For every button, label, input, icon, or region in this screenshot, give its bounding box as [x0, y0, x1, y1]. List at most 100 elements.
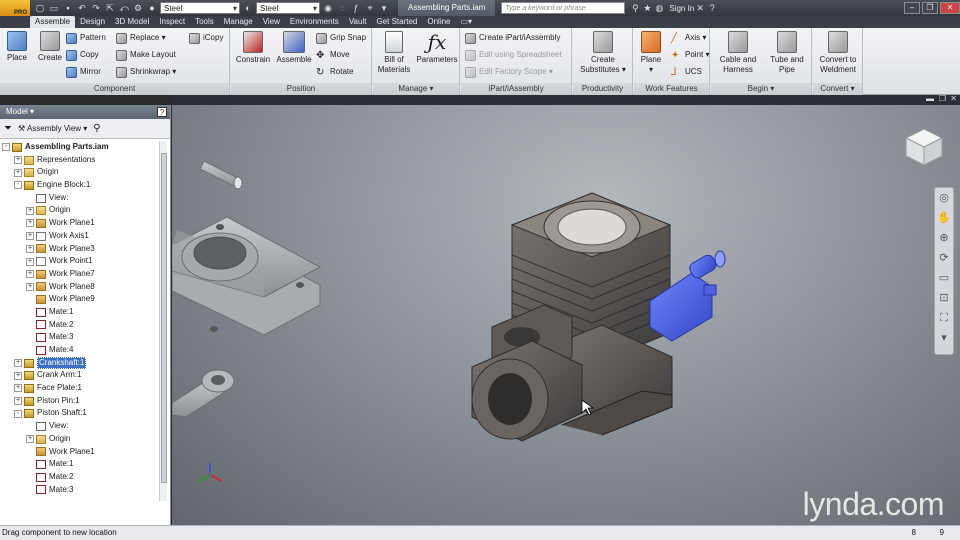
axis-button[interactable]: ╱ Axis ▾ — [671, 31, 706, 45]
tree-node[interactable]: + Face Plate:1 — [0, 382, 160, 395]
tree-node[interactable]: + Crank Arm:1 — [0, 369, 160, 382]
binoculars-icon[interactable]: ⚲ — [629, 2, 641, 14]
crank-arm-part[interactable] — [172, 369, 235, 418]
steering-wheel-icon[interactable]: ◎ — [935, 188, 953, 208]
point-button[interactable]: ✦ Point ▾ — [671, 48, 709, 62]
tree-node[interactable]: + Origin — [0, 166, 160, 179]
productivity-panel-title[interactable]: Productivity — [573, 83, 632, 95]
tab-design[interactable]: Design — [75, 16, 110, 28]
tree-node[interactable]: + Representations — [0, 154, 160, 167]
tree-node[interactable]: Mate:3 — [0, 484, 160, 497]
tree-node[interactable]: Mate:1 — [0, 306, 160, 319]
expand-toggle-icon[interactable]: + — [26, 232, 34, 241]
tree-node[interactable]: + Origin — [0, 433, 160, 446]
tab-get-started[interactable]: Get Started — [371, 16, 422, 28]
viewcube[interactable] — [902, 125, 946, 169]
bill-of-materials-button[interactable]: Bill of Materials — [375, 31, 413, 75]
clear-icon[interactable]: ◌ — [336, 2, 348, 14]
customize-icon[interactable]: ▾ — [935, 328, 953, 348]
save-icon[interactable]: ▪ — [62, 2, 74, 14]
undo-icon[interactable]: ↶ — [76, 2, 88, 14]
tab-vault[interactable]: Vault — [344, 16, 372, 28]
create-button[interactable]: Create — [36, 31, 64, 63]
expand-toggle-icon[interactable]: - — [14, 409, 22, 418]
tree-node[interactable]: Mate:2 — [0, 319, 160, 332]
filter-icon[interactable]: ⏷ — [4, 123, 12, 134]
find-binoculars-icon[interactable]: ⚲ — [93, 123, 100, 134]
create-ipart-button[interactable]: Create iPart/iAssembly — [465, 31, 560, 45]
tree-node[interactable]: - Assembling Parts.iam — [0, 141, 160, 154]
tree-node[interactable]: + Work Plane7 — [0, 268, 160, 281]
pattern-button[interactable]: Pattern — [66, 31, 106, 45]
tree-node[interactable]: + Piston Pin:1 — [0, 395, 160, 408]
pan-icon[interactable]: ✋ — [935, 208, 953, 228]
expand-toggle-icon[interactable]: + — [14, 371, 22, 380]
parameters-button[interactable]: ƒx Parameters — [415, 31, 459, 65]
position-panel-title[interactable]: Position — [231, 83, 371, 95]
expand-toggle-icon[interactable]: - — [2, 143, 10, 152]
close-button[interactable]: ✕ — [940, 2, 960, 14]
more-icon[interactable]: ▾ — [378, 2, 390, 14]
convert-panel-title[interactable]: Convert ▾ — [813, 83, 862, 95]
convert-to-weldment-button[interactable]: Convert to Weldment — [815, 31, 861, 75]
engine-block-part[interactable] — [471, 192, 673, 442]
new-icon[interactable]: ▢ — [34, 2, 46, 14]
open-icon[interactable]: ▭ — [48, 2, 60, 14]
expand-toggle-icon[interactable]: + — [26, 282, 34, 291]
ucs-button[interactable]: ⅃ UCS — [671, 65, 702, 79]
expand-toggle-icon[interactable]: - — [14, 181, 22, 190]
expand-toggle-icon[interactable]: + — [26, 257, 34, 266]
edit-factory-scope-button[interactable]: Edit Factory Scope ▾ — [465, 65, 553, 79]
subscription-icon[interactable]: ★ — [641, 2, 653, 14]
tab-inspect[interactable]: Inspect — [154, 16, 190, 28]
tab-environments[interactable]: Environments — [285, 16, 344, 28]
graphics-viewport[interactable]: ▬ ❐ ✕ ◎ ✋ ⊕ ⟳ ▭ ⊡ ⛶ ▾ lynda.com — [172, 95, 960, 525]
look-at-icon[interactable]: ⊡ — [935, 288, 953, 308]
constrain-button[interactable]: Constrain — [233, 31, 273, 65]
expand-toggle-icon[interactable]: + — [26, 244, 34, 253]
exchange-icon[interactable]: ✕ — [694, 2, 706, 14]
sign-in-link[interactable]: Sign In — [669, 4, 694, 13]
tree-node[interactable]: View: — [0, 420, 160, 433]
tree-node[interactable]: + Work Axis1 — [0, 230, 160, 243]
tree-node[interactable]: + Work Plane1 — [0, 217, 160, 230]
application-menu-button[interactable]: PRO — [0, 0, 30, 16]
scrollbar-thumb[interactable] — [161, 153, 167, 483]
work-features-panel-title[interactable]: Work Features — [634, 83, 709, 95]
manage-panel-title[interactable]: Manage ▾ — [373, 83, 459, 95]
icopy-button[interactable]: iCopy — [189, 31, 223, 45]
browser-scrollbar[interactable] — [159, 141, 167, 501]
tab-tools[interactable]: Tools — [190, 16, 219, 28]
move-button[interactable]: ✥ Move — [316, 48, 350, 62]
expand-toggle-icon[interactable]: + — [26, 435, 34, 444]
zoom-icon[interactable]: ⊕ — [935, 228, 953, 248]
walk-icon[interactable]: ⛶ — [935, 308, 953, 328]
return-icon[interactable]: ⤺ — [118, 2, 130, 14]
tab-online[interactable]: Online — [422, 16, 455, 28]
color-override-icon[interactable]: ◉ — [322, 2, 334, 14]
copy-button[interactable]: Copy — [66, 48, 99, 62]
tree-node[interactable]: Mate:2 — [0, 471, 160, 484]
tree-node[interactable]: Work Plane9 — [0, 293, 160, 306]
place-button[interactable]: Place — [4, 31, 30, 63]
make-layout-button[interactable]: Make Layout — [116, 48, 176, 62]
plane-button[interactable]: Plane ▾ — [636, 31, 666, 75]
tree-node[interactable]: + Work Point1 — [0, 255, 160, 268]
piston-pin-part[interactable] — [199, 160, 243, 190]
zoom-all-icon[interactable]: ▭ — [935, 268, 953, 288]
face-plate-part[interactable] — [172, 216, 322, 336]
rotate-button[interactable]: ↻ Rotate — [316, 65, 354, 79]
grip-snap-button[interactable]: Grip Snap — [316, 31, 366, 45]
component-panel-title[interactable]: Component — [0, 83, 229, 95]
shrinkwrap-button[interactable]: Shrinkwrap ▾ — [116, 65, 176, 79]
browser-header[interactable]: Model ▾ ? — [0, 105, 170, 119]
select-icon[interactable]: ⇱ — [104, 2, 116, 14]
browser-help-icon[interactable]: ? — [157, 107, 167, 117]
tree-node[interactable]: Mate:3 — [0, 331, 160, 344]
expand-toggle-icon[interactable]: + — [14, 397, 22, 406]
assemble-button[interactable]: Assemble — [275, 31, 313, 65]
tree-node[interactable]: View: — [0, 192, 160, 205]
update-icon[interactable]: ⚙ — [132, 2, 144, 14]
expand-toggle-icon[interactable]: + — [26, 206, 34, 215]
expand-toggle-icon[interactable]: + — [14, 359, 22, 368]
